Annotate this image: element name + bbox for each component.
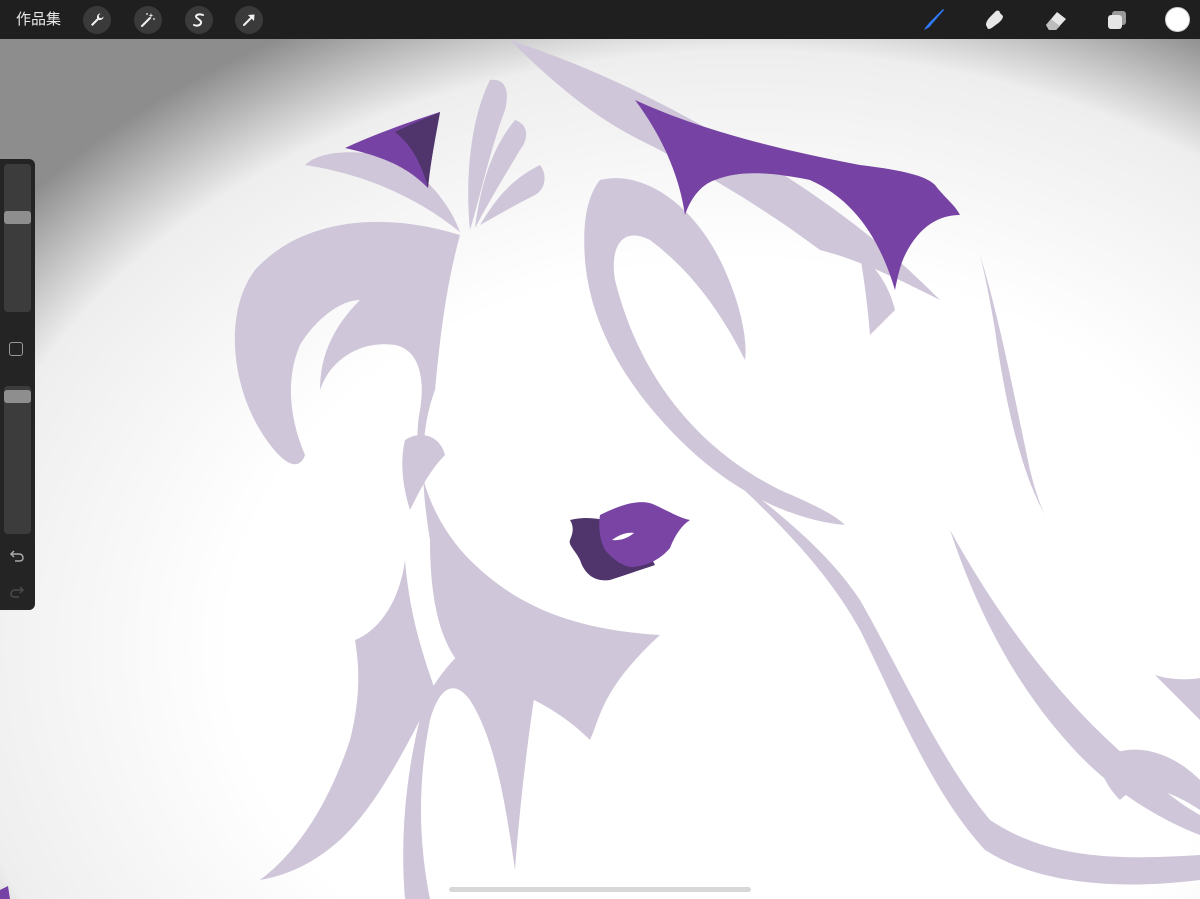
layers-icon xyxy=(1108,11,1126,29)
opacity-handle[interactable] xyxy=(4,390,31,404)
undo-button[interactable] xyxy=(7,546,27,566)
brush-sidebar xyxy=(0,159,35,610)
brush-tool-button[interactable] xyxy=(918,5,948,35)
top-toolbar: 作品集 xyxy=(0,0,1200,39)
smudge-finger-icon xyxy=(986,10,1003,29)
home-indicator[interactable] xyxy=(449,887,751,892)
selection-button[interactable] xyxy=(185,6,213,34)
wrench-icon xyxy=(91,13,104,26)
transform-button[interactable] xyxy=(235,6,263,34)
smudge-tool-button[interactable] xyxy=(979,5,1009,35)
brush-icon xyxy=(924,9,944,30)
eraser-tool-button[interactable] xyxy=(1041,5,1071,35)
undo-arrow-icon xyxy=(9,550,24,562)
brush-size-handle[interactable] xyxy=(4,211,31,225)
color-picker-button[interactable] xyxy=(1165,7,1190,32)
selection-s-icon xyxy=(193,13,204,27)
opacity-slider[interactable] xyxy=(4,386,31,534)
redo-button[interactable] xyxy=(7,582,27,602)
arrow-cursor-icon xyxy=(243,14,255,26)
brush-size-slider[interactable] xyxy=(4,164,31,312)
eraser-icon xyxy=(1046,12,1066,30)
drawing-canvas[interactable] xyxy=(0,0,1200,899)
adjustments-button[interactable] xyxy=(134,6,162,34)
gallery-button[interactable]: 作品集 xyxy=(16,9,61,29)
modify-button[interactable] xyxy=(9,342,23,356)
layers-button[interactable] xyxy=(1102,5,1132,35)
actions-button[interactable] xyxy=(83,6,111,34)
magic-wand-icon xyxy=(141,13,155,27)
redo-arrow-icon xyxy=(10,586,25,598)
